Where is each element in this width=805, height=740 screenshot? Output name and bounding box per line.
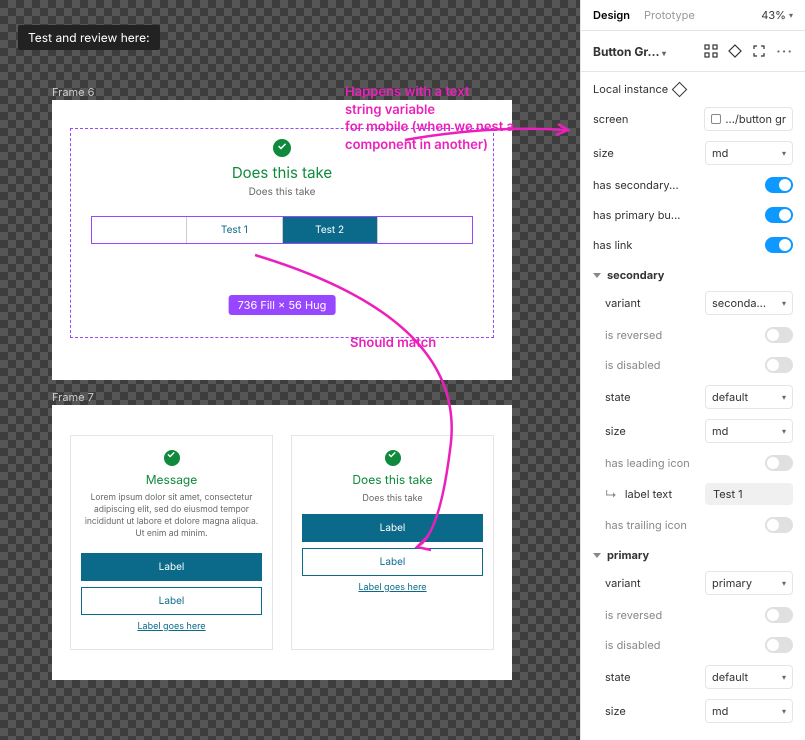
frame6-label[interactable]: Frame 6 [52,85,94,99]
prop-has-link-label: has link [593,238,757,252]
card-b-sub: Does this take [302,493,483,504]
more-icon[interactable]: ··· [776,41,793,61]
card-b-title: Does this take [302,472,483,487]
btn-cell-0[interactable] [92,217,187,243]
sec-trailing-label: has trailing icon [605,518,757,532]
prop-size-label: size [593,146,697,160]
properties-panel: Design Prototype 43%▾ Button Gr... ▾ ···… [580,0,805,740]
annotation-1: Happens with a text string variable for … [345,84,514,154]
tooltip-badge: Test and review here: [18,25,160,50]
btn-cell-2[interactable]: Test 2 [283,217,378,243]
prop-has-secondary-toggle[interactable] [765,177,793,193]
button-row[interactable]: Test 1 Test 2 [91,216,473,244]
sec-variant-label: variant [605,296,697,310]
card-a-desc: Lorem ipsum dolor sit amet, consectetur … [81,493,262,541]
check-icon [273,139,291,157]
sec-size-label: size [605,424,697,438]
pri-variant-select[interactable]: primary▾ [705,571,793,595]
tab-prototype[interactable]: Prototype [644,8,695,22]
pri-variant-label: variant [605,576,697,590]
pri-state-select[interactable]: default▾ [705,665,793,689]
check-icon [164,450,180,466]
sec-state-label: state [605,390,697,404]
selection-outline: Does this take Does this take Test 1 Tes… [70,128,494,338]
prop-size-select[interactable]: md▾ [705,141,793,165]
pri-disabled-toggle[interactable] [765,637,793,653]
pri-size-select[interactable]: md▾ [705,699,793,723]
frame7-label[interactable]: Frame 7 [52,390,94,404]
pri-state-label: state [605,670,697,684]
card-b-btn2[interactable]: Label [302,548,483,576]
card-a-btn2[interactable]: Label [81,587,262,615]
tab-design[interactable]: Design [593,8,630,22]
component-name[interactable]: Button Gr... ▾ [593,44,704,59]
sec-variant-select[interactable]: seconda...▾ [705,291,793,315]
sec-labeltext-label: label text [625,487,697,501]
card-b-link[interactable]: Label goes here [302,582,483,593]
card-b-btn1[interactable]: Label [302,514,483,542]
zoom-select[interactable]: 43%▾ [761,8,793,22]
expand-icon[interactable] [752,44,766,58]
prop-has-primary-label: has primary bu... [593,208,757,222]
card-a-btn1[interactable]: Label [81,553,262,581]
prop-screen-label: screen [593,112,696,126]
size-badge: 736 Fill × 56 Hug [229,295,336,315]
sec-disabled-toggle[interactable] [765,357,793,373]
frame6-subtitle: Does this take [71,186,493,198]
frame6-title: Does this take [71,163,493,182]
sec-trailing-toggle[interactable] [765,517,793,533]
frame-7[interactable]: Message Lorem ipsum dolor sit amet, cons… [52,405,512,680]
pri-disabled-label: is disabled [605,638,757,652]
prop-has-link-toggle[interactable] [765,237,793,253]
card-a-title: Message [81,472,262,487]
diamond-icon [672,81,688,97]
diamond-icon[interactable] [728,44,742,58]
sec-leading-label: has leading icon [605,456,757,470]
group-primary[interactable]: primary [581,540,805,566]
sec-reversed-toggle[interactable] [765,327,793,343]
sec-state-select[interactable]: default▾ [705,385,793,409]
btn-cell-1[interactable]: Test 1 [187,217,282,243]
sec-labeltext-value[interactable]: Test 1 [705,483,793,505]
check-icon [385,450,401,466]
nested-indicator-icon: ↳ [605,487,617,502]
sec-size-select[interactable]: md▾ [705,419,793,443]
group-secondary[interactable]: secondary [581,260,805,286]
grid-icon[interactable] [704,44,718,58]
card-a[interactable]: Message Lorem ipsum dolor sit amet, cons… [70,435,273,650]
btn-cell-3[interactable] [378,217,472,243]
card-b[interactable]: Does this take Does this take Label Labe… [291,435,494,650]
local-instance-row: Local instance [581,72,805,102]
sec-leading-toggle[interactable] [765,455,793,471]
sec-reversed-label: is reversed [605,328,757,342]
pri-reversed-label: is reversed [605,608,757,622]
prop-has-secondary-label: has secondary... [593,178,757,192]
card-a-link[interactable]: Label goes here [81,621,262,632]
pri-size-label: size [605,704,697,718]
prop-screen-value[interactable]: .../button gr [704,107,793,131]
prop-has-primary-toggle[interactable] [765,207,793,223]
sec-disabled-label: is disabled [605,358,757,372]
annotation-2: Should match [350,335,436,353]
pri-reversed-toggle[interactable] [765,607,793,623]
